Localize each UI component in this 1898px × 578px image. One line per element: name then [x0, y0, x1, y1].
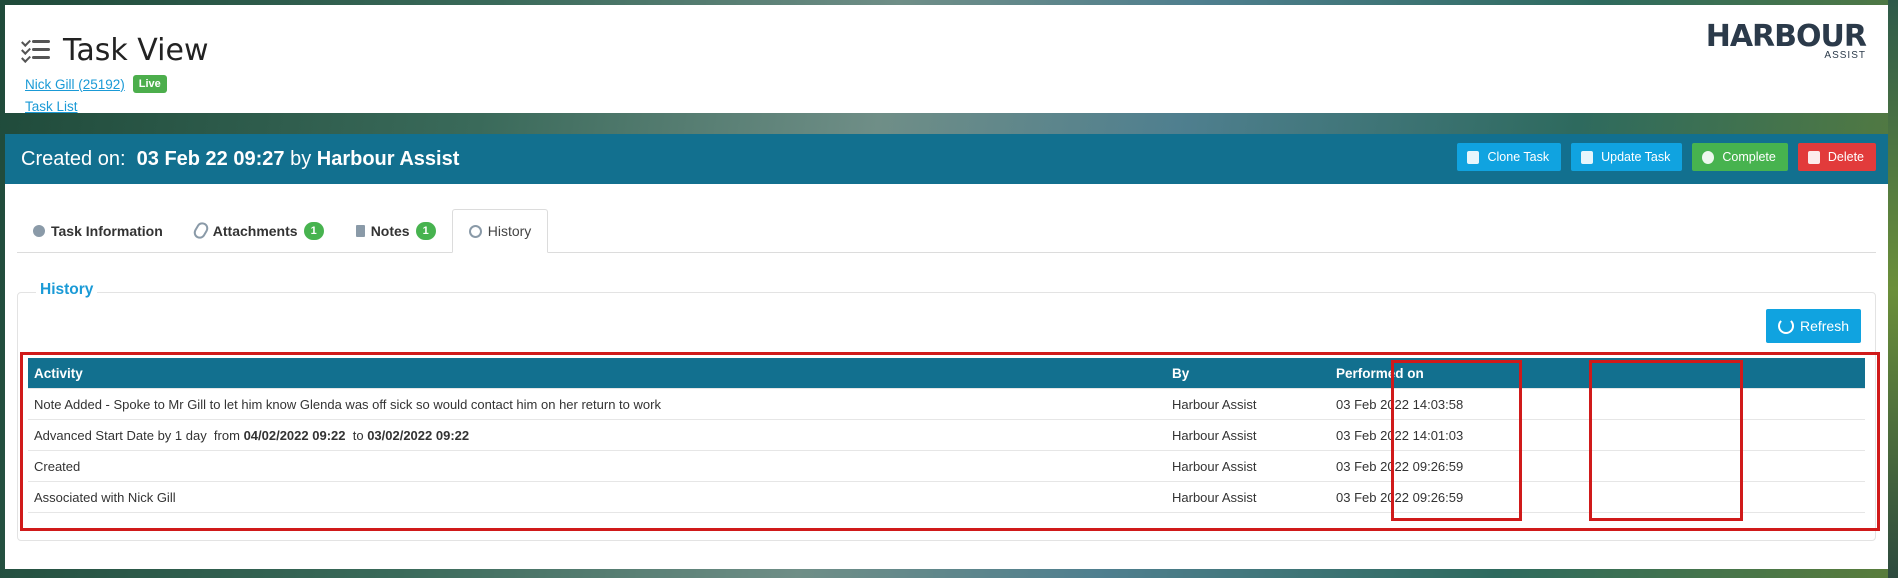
created-by: Harbour Assist [316, 148, 460, 170]
check-circle-icon [1702, 150, 1715, 164]
tab-notes[interactable]: Notes 1 [340, 209, 452, 252]
activity-cell: Created [28, 450, 1166, 482]
document-icon [355, 224, 365, 237]
created-info: Created on: 03 Feb 22 09:27 by Harbour A… [21, 148, 459, 171]
complete-label: Complete [1722, 150, 1776, 164]
performed-cell: 03 Feb 2022 14:01:03 [1330, 419, 1865, 451]
task-tabs: Task Information Attachments 1 Notes 1 H… [17, 209, 1876, 253]
clone-task-label: Clone Task [1487, 150, 1550, 164]
table-row: Advanced Start Date by 1 day from 04/02/… [28, 419, 1865, 451]
complete-button[interactable]: Complete [1692, 143, 1788, 171]
table-row: Created Harbour Assist 03 Feb 2022 09:26… [28, 450, 1865, 482]
delete-label: Delete [1827, 150, 1864, 164]
tab-label: History [487, 223, 532, 239]
notes-count-badge: 1 [415, 221, 436, 240]
created-by-label: by [290, 148, 312, 170]
activity-to-date: 03/02/2022 09:22 [367, 427, 470, 443]
activity-cell: Associated with Nick Gill [28, 481, 1166, 513]
status-badge: Live [132, 75, 167, 93]
tab-history[interactable]: History [451, 209, 549, 253]
paperclip-icon [191, 220, 211, 241]
tab-label: Notes [370, 222, 410, 239]
activity-cell: Advanced Start Date by 1 day from 04/02/… [28, 419, 1166, 451]
page-title: Task View [63, 33, 209, 68]
by-cell: Harbour Assist [1166, 388, 1330, 420]
logo-main-text: HARBOUR [1705, 19, 1867, 54]
history-legend: History [36, 281, 98, 299]
info-icon [33, 224, 45, 237]
by-cell: Harbour Assist [1166, 419, 1330, 451]
title-row: Task View [21, 33, 208, 68]
harbour-assist-logo: HARBOUR ASSIST [1705, 19, 1867, 61]
page-header: Task View Nick Gill (25192) Live Task Li… [5, 5, 1888, 114]
refresh-button[interactable]: Refresh [1765, 309, 1861, 343]
person-link[interactable]: Nick Gill (25192) [25, 77, 125, 92]
background-strip [1888, 0, 1898, 578]
copy-icon [1467, 150, 1480, 164]
refresh-label: Refresh [1799, 318, 1849, 334]
history-table-wrap: Activity By Performed on Note Added - Sp… [28, 358, 1865, 513]
tab-label: Task Information [51, 222, 163, 239]
column-header-performed-on: Performed on [1330, 358, 1865, 389]
delete-button[interactable]: Delete [1797, 143, 1876, 171]
history-table: Activity By Performed on Note Added - Sp… [28, 358, 1865, 513]
task-list-icon [21, 36, 51, 64]
activity-from-date: 04/02/2022 09:22 [243, 427, 346, 443]
main-panel: Task Information Attachments 1 Notes 1 H… [5, 184, 1888, 569]
trash-icon [1807, 150, 1820, 164]
tab-label: Attachments [212, 222, 298, 239]
update-task-label: Update Task [1601, 150, 1671, 164]
table-row: Associated with Nick Gill Harbour Assist… [28, 481, 1865, 513]
activity-mid: to [345, 427, 368, 443]
tab-task-information[interactable]: Task Information [17, 209, 179, 252]
attachments-count-badge: 1 [303, 221, 324, 240]
tab-attachments[interactable]: Attachments 1 [179, 209, 340, 252]
history-icon [468, 224, 482, 238]
by-cell: Harbour Assist [1166, 450, 1330, 482]
column-header-activity: Activity [28, 358, 1166, 389]
refresh-icon [1777, 318, 1794, 334]
performed-cell: 03 Feb 2022 09:26:59 [1330, 450, 1865, 482]
created-label: Created on: [21, 148, 126, 170]
task-action-bar: Created on: 03 Feb 22 09:27 by Harbour A… [5, 134, 1888, 184]
activity-prefix: Advanced Start Date by 1 day from [34, 427, 244, 443]
update-task-button[interactable]: Update Task [1571, 143, 1683, 171]
person-row: Nick Gill (25192) Live [25, 75, 167, 93]
task-list-link[interactable]: Task List [25, 99, 78, 114]
table-header-row: Activity By Performed on [28, 358, 1865, 389]
clone-task-button[interactable]: Clone Task [1457, 143, 1562, 171]
performed-cell: 03 Feb 2022 09:26:59 [1330, 481, 1865, 513]
performed-cell: 03 Feb 2022 14:03:58 [1330, 388, 1865, 420]
by-cell: Harbour Assist [1166, 481, 1330, 513]
table-row: Note Added - Spoke to Mr Gill to let him… [28, 388, 1865, 420]
action-buttons: Clone Task Update Task Complete Delete [1457, 143, 1876, 171]
activity-cell: Note Added - Spoke to Mr Gill to let him… [28, 388, 1166, 420]
created-date: 03 Feb 22 09:27 [136, 148, 285, 170]
history-section: History Refresh Activity By Performed on… [17, 281, 1876, 541]
column-header-by: By [1166, 358, 1330, 389]
save-icon [1581, 150, 1594, 164]
